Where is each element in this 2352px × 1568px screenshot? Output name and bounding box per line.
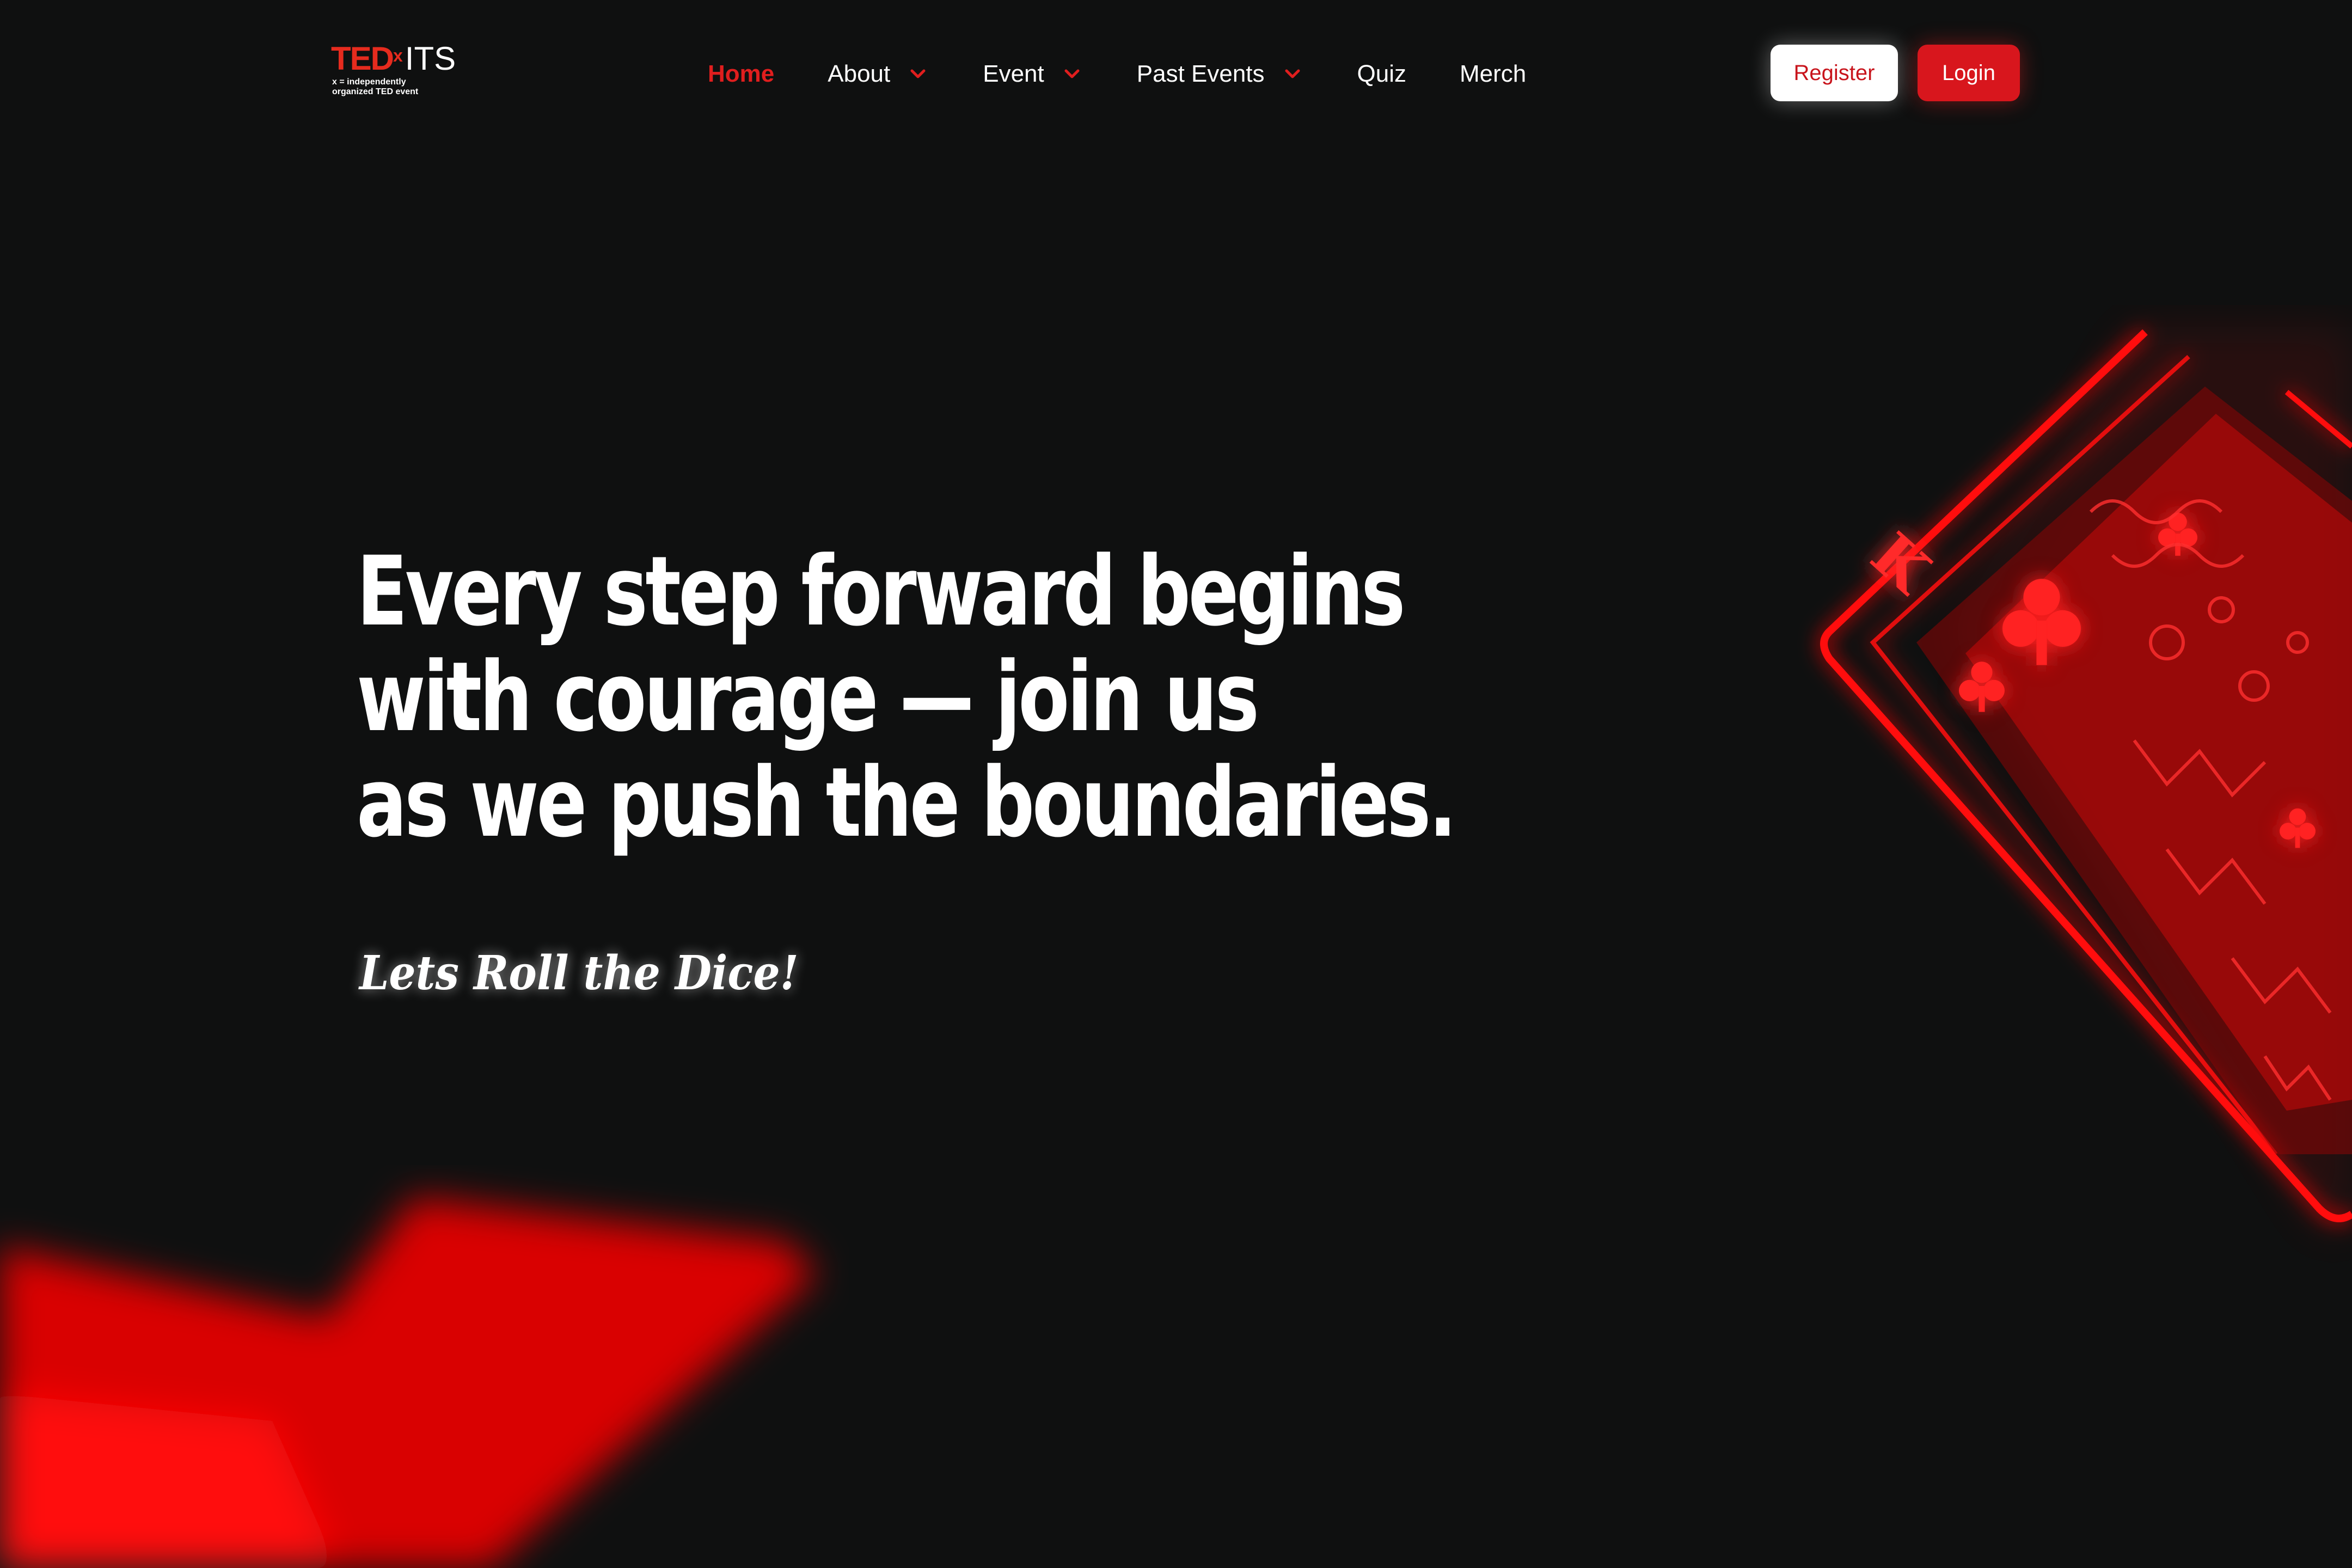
hero-tagline: Lets Roll the Dice!: [359, 946, 799, 1001]
main-nav: Home About Event Past Events Quiz Merch: [708, 54, 1526, 94]
hero-headline-line: with courage — join us: [357, 641, 1259, 753]
hero-headline: Every step forward begins with courage —…: [357, 536, 1457, 859]
login-button[interactable]: Login: [1918, 45, 2020, 101]
logo-subtitle: x = independently organized TED event: [332, 77, 419, 96]
chevron-down-icon[interactable]: [1064, 69, 1080, 79]
logo-its-text: ITS: [405, 40, 456, 77]
nav-item-event[interactable]: Event: [983, 60, 1080, 88]
nav-item-label: Quiz: [1357, 60, 1407, 87]
nav-item-label: Event: [983, 60, 1044, 87]
nav-item-past-events[interactable]: Past Events: [1137, 60, 1301, 88]
chevron-down-icon[interactable]: [1284, 69, 1301, 79]
nav-item-label: About: [828, 60, 891, 87]
hero-headline-line: Every step forward begins: [357, 536, 1406, 647]
chevron-down-icon[interactable]: [910, 69, 926, 79]
nav-item-label: Home: [708, 60, 775, 87]
nav-item-merch[interactable]: Merch: [1460, 60, 1526, 88]
nav-item-about[interactable]: About: [828, 60, 926, 88]
logo-x-text: x: [393, 46, 403, 65]
nav-item-home[interactable]: Home: [708, 60, 774, 88]
nav-item-quiz[interactable]: Quiz: [1357, 60, 1406, 88]
nav-item-label: Past Events: [1136, 60, 1265, 87]
red-glow-decoration: [0, 1165, 849, 1568]
logo-wordmark: TEDxITS: [331, 42, 456, 75]
tedx-its-logo[interactable]: TEDxITS x = independently organized TED …: [331, 42, 494, 102]
register-button[interactable]: Register: [1771, 45, 1898, 101]
logo-ted-text: TED: [331, 40, 394, 77]
hero-headline-line: as we push the boundaries.: [357, 747, 1457, 859]
nav-item-label: Merch: [1460, 60, 1527, 87]
playing-card-decoration: K: [1786, 305, 2352, 1274]
top-navbar: TEDxITS x = independently organized TED …: [0, 0, 2352, 147]
